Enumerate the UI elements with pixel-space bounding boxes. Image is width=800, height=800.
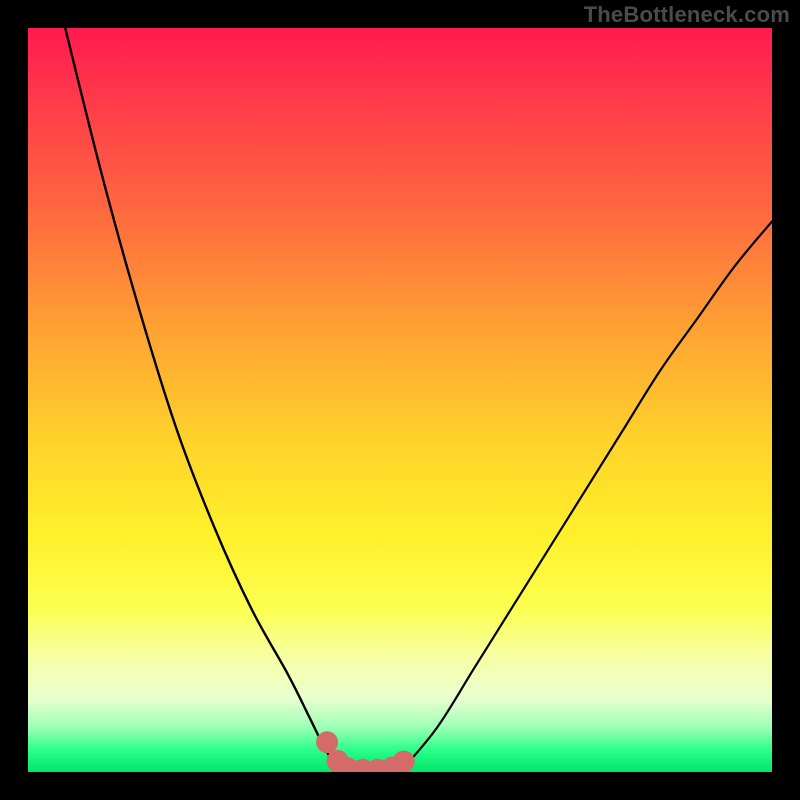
curve-left-branch <box>65 28 340 772</box>
plot-area <box>28 28 772 772</box>
chart-svg <box>28 28 772 772</box>
valley-marker <box>393 751 415 772</box>
valley-marker <box>316 731 338 753</box>
valley-marker-group <box>316 731 415 772</box>
curve-right-branch <box>400 221 772 772</box>
outer-frame: TheBottleneck.com <box>0 0 800 800</box>
attribution-label: TheBottleneck.com <box>584 2 790 28</box>
